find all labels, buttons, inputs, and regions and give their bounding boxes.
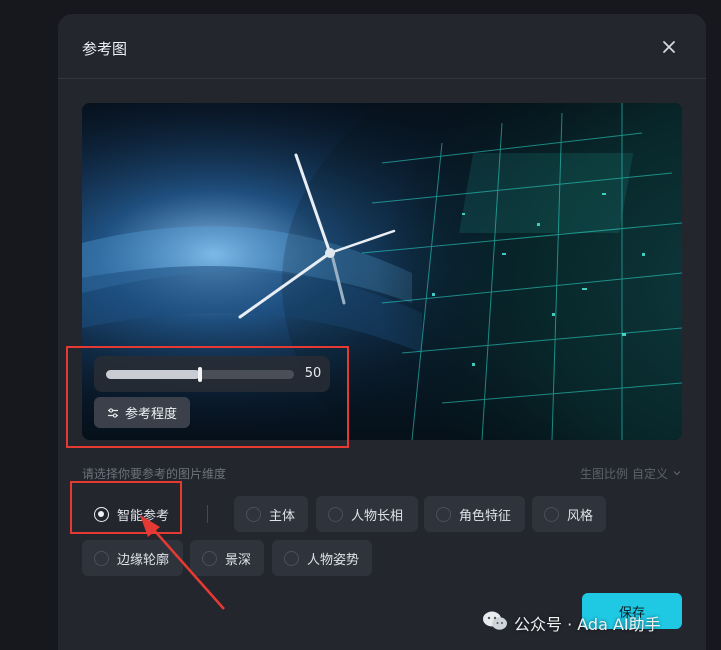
- close-icon[interactable]: [660, 38, 678, 56]
- option-face[interactable]: 人物长相: [316, 496, 418, 532]
- option-style[interactable]: 风格: [532, 496, 606, 532]
- annotation-arrow: [140, 515, 225, 610]
- radio-icon: [94, 550, 109, 566]
- reference-degree-label: 参考程度: [124, 407, 177, 422]
- option-label: 人物姿势: [307, 552, 360, 568]
- dialog-title: 参考图: [82, 40, 128, 58]
- radio-icon: [246, 506, 261, 522]
- slider-thumb[interactable]: [198, 367, 202, 382]
- option-subject[interactable]: 主体: [234, 496, 308, 532]
- option-label: 主体: [269, 508, 296, 524]
- reference-image-preview: 50 参考程度: [82, 103, 682, 440]
- dimension-hint: 请选择你要参考的图片维度: [82, 467, 227, 481]
- chevron-down-icon: [672, 467, 682, 481]
- slider-fill: [106, 370, 200, 379]
- slider-track[interactable]: [106, 367, 294, 382]
- dialog-header: 参考图: [58, 14, 706, 79]
- radio-icon: [94, 506, 109, 522]
- sliders-icon: [107, 407, 119, 419]
- option-pose[interactable]: 人物姿势: [272, 540, 372, 576]
- radio-icon: [544, 506, 559, 522]
- aspect-ratio-label: 生图比例: [579, 467, 628, 481]
- radio-icon: [284, 550, 299, 566]
- aspect-ratio-value: 自定义: [631, 467, 668, 481]
- reference-degree-button[interactable]: 参考程度: [94, 397, 190, 428]
- watermark-text: 公众号 · Ada AI助手: [514, 615, 661, 634]
- radio-icon: [436, 506, 451, 522]
- slider-value: 50: [304, 366, 322, 381]
- option-label: 角色特征: [459, 508, 512, 524]
- aspect-ratio-selector[interactable]: 生图比例 自定义: [580, 465, 682, 482]
- option-character-features[interactable]: 角色特征: [424, 496, 525, 532]
- watermark: 公众号 · Ada AI助手: [482, 610, 661, 636]
- option-label: 人物长相: [351, 508, 404, 524]
- radio-icon: [328, 506, 343, 522]
- wechat-icon: [482, 610, 508, 636]
- option-label: 风格: [567, 508, 594, 524]
- reference-strength-slider[interactable]: 50: [94, 356, 330, 392]
